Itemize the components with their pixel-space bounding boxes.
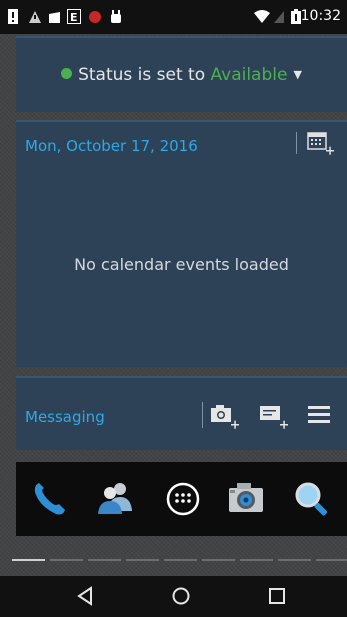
android-icon [111, 10, 121, 23]
page-indicator-segment [278, 559, 311, 561]
presence-status-widget[interactable]: Status is set to Available ▼ [16, 36, 347, 112]
page-indicator-segment [202, 559, 235, 561]
notification-icon [8, 9, 18, 24]
messaging-label[interactable]: Messaging [25, 408, 105, 426]
page-indicator-segment [316, 559, 347, 561]
red-app-icon [89, 11, 101, 23]
e-app-icon: E [67, 9, 81, 24]
shopping-bag-icon [49, 12, 60, 23]
camera-add-icon[interactable] [210, 403, 240, 429]
navigation-bar [0, 576, 347, 617]
calendar-date[interactable]: Mon, October 17, 2016 [25, 137, 198, 155]
camera-icon[interactable] [226, 479, 266, 519]
page-indicator-segment [50, 559, 83, 561]
home-icon[interactable] [171, 586, 191, 606]
status-bar: E 10:32 [0, 0, 347, 34]
add-calendar-event-icon[interactable] [307, 130, 335, 156]
menu-icon[interactable] [307, 403, 331, 427]
calendar-widget: Mon, October 17, 2016 No calendar events… [16, 120, 347, 367]
messaging-widget: Messaging [16, 376, 347, 450]
compose-message-icon[interactable] [259, 403, 289, 429]
page-indicator-segment [164, 559, 197, 561]
search-icon[interactable] [292, 479, 332, 519]
wifi-icon [254, 10, 270, 23]
contacts-icon[interactable] [96, 479, 136, 519]
app-dock [16, 462, 347, 536]
dropdown-arrow-icon[interactable]: ▼ [293, 68, 301, 81]
app-drawer-icon[interactable] [163, 479, 203, 519]
status-value: Available [210, 65, 288, 85]
divider [202, 402, 203, 428]
status-selector[interactable]: Status is set to Available ▼ [16, 65, 347, 85]
calendar-empty-message: No calendar events loaded [74, 255, 289, 274]
available-check-icon [61, 67, 73, 79]
page-indicator-segment [240, 559, 273, 561]
recents-icon[interactable] [267, 586, 287, 606]
divider [296, 132, 297, 154]
clock: 10:32 [300, 8, 341, 24]
page-indicator-segment [12, 559, 45, 561]
page-indicator [0, 557, 347, 563]
phone-icon[interactable] [30, 479, 70, 519]
warning-icon [29, 11, 41, 23]
page-indicator-segment [88, 559, 121, 561]
page-indicator-segment [126, 559, 159, 561]
svg-text:E: E [70, 11, 78, 24]
no-signal-icon [274, 11, 284, 23]
status-prefix: Status is set to [78, 65, 206, 85]
back-icon[interactable] [76, 586, 96, 606]
